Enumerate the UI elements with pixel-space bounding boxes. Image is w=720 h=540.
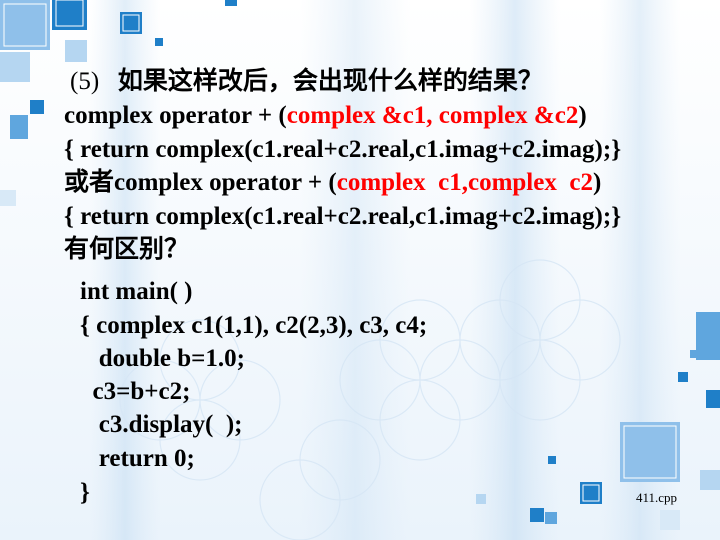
highlighted-params-2: complex c1,complex c2 (336, 169, 593, 196)
question-line: (5) 如果这样改后，会出现什么样的结果？ (70, 67, 543, 97)
highlighted-params-1: complex &c1, complex &c2 (286, 102, 579, 129)
code-line: double b=1.0; (80, 345, 245, 372)
file-name-label: 411.cpp (636, 490, 678, 505)
code-line: return 0; (80, 445, 195, 472)
operator-signature-1: complex operator + (complex &c1, complex… (64, 102, 587, 129)
question-number: (5) (70, 68, 100, 95)
code-line: } (80, 479, 90, 506)
code-line: int main( ) (80, 278, 193, 305)
question-text: 如果这样改后，会出现什么样的结果？ (117, 68, 543, 95)
operator-signature-2: 或者complex operator + (complex c1,complex… (64, 169, 602, 196)
difference-question: 有何区别？ (64, 236, 190, 263)
code-line: c3.display( ); (80, 411, 243, 438)
operator-body-1: { return complex(c1.real+c2.real,c1.imag… (64, 136, 622, 163)
code-line: c3=b+c2; (80, 378, 191, 405)
operator-body-2: { return complex(c1.real+c2.real,c1.imag… (64, 203, 622, 230)
code-line: { complex c1(1,1), c2(2,3), c3, c4; (80, 312, 428, 339)
